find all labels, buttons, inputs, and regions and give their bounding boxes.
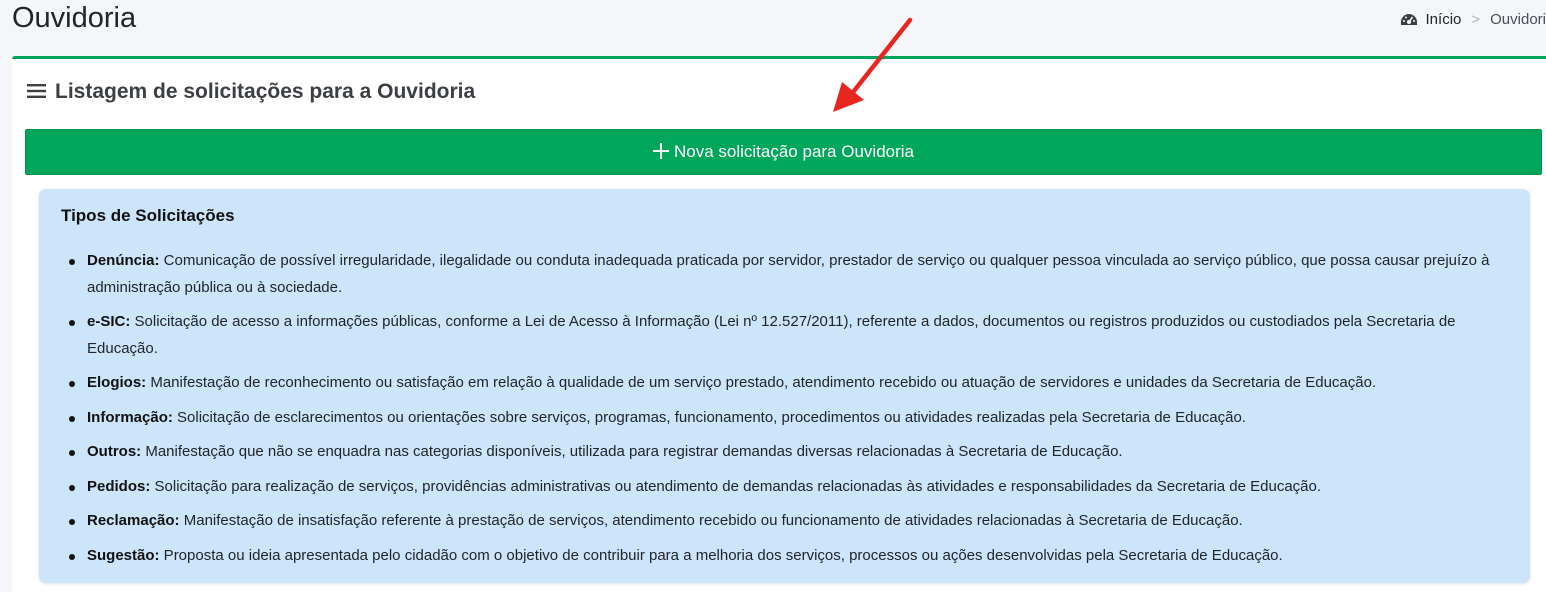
new-solicitation-label: Nova solicitação para Ouvidoria (673, 142, 914, 161)
ouvidoria-card: Listagem de solicitações para a Ouvidori… (12, 56, 1546, 592)
bars-icon (27, 84, 46, 98)
card-title: Listagem de solicitações para a Ouvidori… (55, 80, 476, 103)
list-item: e-SIC: Solicitação de acesso a informaçõ… (61, 309, 1508, 362)
annotation-arrow-icon (833, 17, 913, 112)
type-description: Solicitação para realização de serviços,… (150, 477, 1322, 495)
type-name: Pedidos: (87, 477, 151, 495)
type-description: Solicitação de acesso a informações públ… (87, 313, 1456, 357)
type-name: Outros: (87, 443, 142, 460)
type-name: e-SIC: (87, 313, 131, 330)
type-description: Comunicação de possível irregularidade, … (87, 252, 1490, 296)
type-description: Manifestação que não se enquadra nas cat… (141, 443, 1123, 460)
request-types-list: Denúncia: Comunicação de possível irregu… (61, 248, 1508, 569)
type-name: Denúncia: (87, 252, 160, 269)
type-name: Elogios: (87, 374, 147, 391)
type-description: Manifestação de insatisfação referente à… (179, 512, 1243, 529)
content-header: Ouvidoria Início > Ouvidori (0, 0, 1546, 50)
list-item: Informação: Solicitação de esclareciment… (61, 405, 1508, 432)
card-header: Listagem de solicitações para a Ouvidori… (12, 59, 1546, 125)
type-description: Solicitação de esclarecimentos ou orient… (172, 408, 1246, 426)
list-item: Outros: Manifestação que não se enquadra… (61, 439, 1508, 466)
plus-icon (652, 143, 669, 159)
type-description: Proposta ou ideia apresentada pelo cidad… (159, 546, 1283, 564)
list-item: Sugestão: Proposta ou ideia apresentada … (61, 543, 1508, 570)
request-types-info-box: Tipos de Solicitações Denúncia: Comunica… (39, 189, 1530, 583)
type-description: Manifestação de reconhecimento ou satisf… (146, 374, 1377, 391)
breadcrumb-separator: > (1471, 11, 1481, 28)
list-item: Denúncia: Comunicação de possível irregu… (61, 248, 1508, 301)
info-title: Tipos de Solicitações (61, 206, 235, 225)
breadcrumb-current: Ouvidori (1490, 11, 1546, 28)
list-item: Elogios: Manifestação de reconhecimento … (61, 370, 1508, 397)
breadcrumb-home-link[interactable]: Início (1426, 11, 1462, 28)
type-name: Informação: (87, 408, 173, 426)
new-solicitation-button[interactable]: Nova solicitação para Ouvidoria (25, 129, 1542, 175)
breadcrumb: Início > Ouvidori (1400, 11, 1546, 28)
dashboard-gauge-icon (1400, 13, 1417, 25)
list-item: Pedidos: Solicitação para realização de … (61, 474, 1508, 501)
list-item: Reclamação: Manifestação de insatisfação… (61, 508, 1508, 535)
type-name: Reclamação: (87, 512, 180, 529)
type-name: Sugestão: (87, 546, 160, 564)
page-title: Ouvidoria (12, 2, 137, 34)
